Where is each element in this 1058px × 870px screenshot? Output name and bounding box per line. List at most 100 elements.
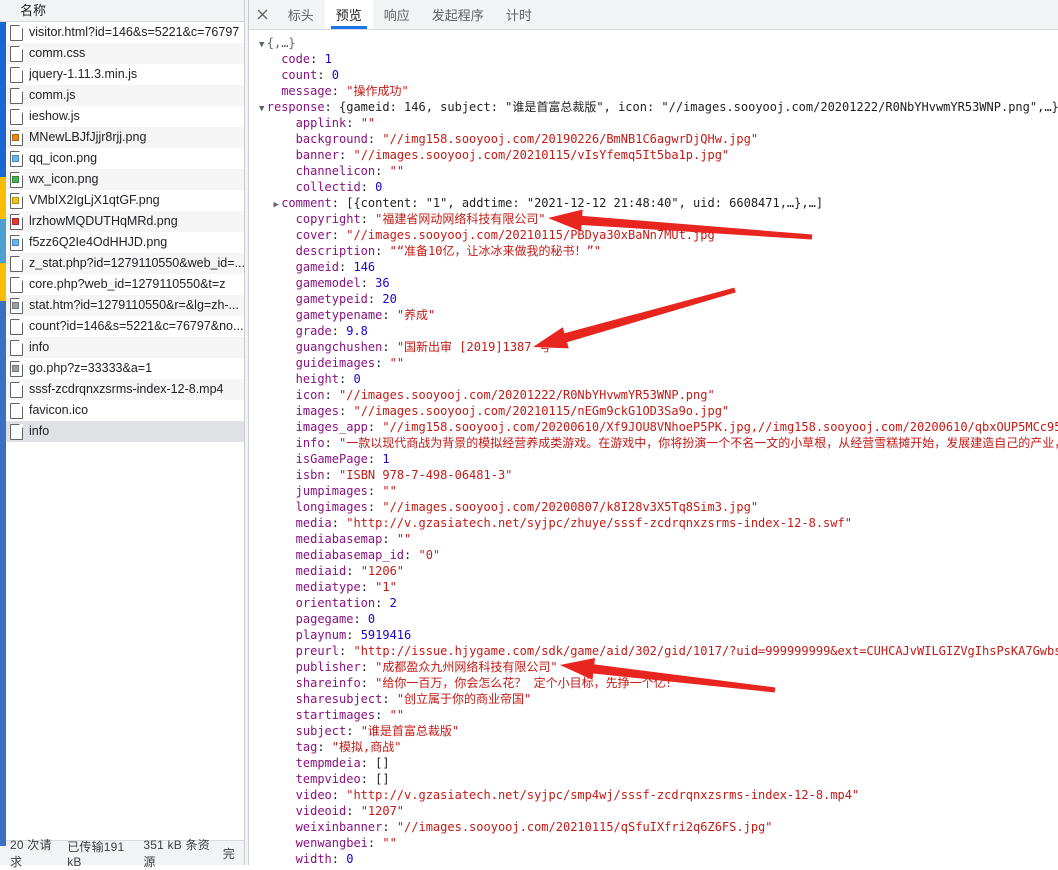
chevron-right-icon[interactable]: ▶	[271, 197, 281, 211]
toggle-spacer: ▸	[286, 437, 296, 451]
json-line: ▸applink: ""	[257, 115, 1058, 131]
json-key: media	[295, 516, 332, 530]
list-item[interactable]: favicon.ico	[0, 400, 244, 421]
list-item[interactable]: count?id=146&s=5221&c=76797&no...	[0, 316, 244, 337]
json-value: "//img158.sooyooj.com/20200610/Xf9JOU8VN…	[382, 420, 1058, 434]
json-line: ▸height: 0	[257, 371, 1058, 387]
json-value: "创立属于你的商业帝国"	[396, 692, 532, 706]
json-value: "//images.sooyooj.com/20200807/k8I28v3X5…	[382, 500, 759, 514]
json-value: 0	[331, 68, 340, 82]
toggle-spacer: ▸	[286, 725, 296, 739]
toggle-spacer: ▸	[286, 741, 296, 755]
json-key: gametypeid	[295, 292, 368, 306]
list-item[interactable]: visitor.html?id=146&s=5221&c=76797	[0, 22, 244, 43]
list-item-label: sssf-zcdrqnxzsrms-index-12-8.mp4	[29, 382, 224, 396]
list-item[interactable]: z_stat.php?id=1279110550&web_id=...	[0, 253, 244, 274]
list-item-label: visitor.html?id=146&s=5221&c=76797	[29, 25, 240, 39]
json-preview-viewer[interactable]: ▼{,…} ▸code: 1 ▸count: 0 ▸message: "操作成功…	[248, 30, 1058, 865]
json-value: "//img158.sooyooj.com/20190226/BmNB1C6ag…	[382, 132, 759, 146]
list-item[interactable]: jquery-1.11.3.min.js	[0, 64, 244, 85]
json-separator: :	[382, 532, 397, 546]
list-item[interactable]: f5zz6Q2Ie4OdHHJD.png	[0, 232, 244, 253]
list-item[interactable]: info	[0, 337, 244, 358]
network-status-bar: 20 次请求 已传输191 kB 351 kB 条资源完	[0, 838, 244, 869]
json-separator: :	[346, 564, 361, 578]
list-item[interactable]: ieshow.js	[0, 106, 244, 127]
tab-5[interactable]: 计时	[495, 0, 543, 29]
list-item-label: wx_icon.png	[29, 172, 99, 186]
toggle-spacer: ▸	[286, 117, 296, 131]
toggle-spacer: ▸	[286, 341, 296, 355]
list-item[interactable]: MNewLBJfJjjr8rjj.png	[0, 127, 244, 148]
list-item-label: comm.js	[29, 88, 76, 102]
waterfall-segment	[0, 22, 6, 177]
list-item[interactable]: stat.htm?id=1279110550&r=&lg=zh-...	[0, 295, 244, 316]
list-item[interactable]: info	[0, 421, 244, 442]
list-item[interactable]: lrzhowMQDUTHqMRd.png	[0, 211, 244, 232]
json-line: ▸channelicon: ""	[257, 163, 1058, 179]
toggle-spacer: ▸	[286, 805, 296, 819]
tab-label: 发起程序	[431, 8, 484, 23]
json-separator: :	[367, 292, 383, 306]
list-item[interactable]: comm.css	[0, 43, 244, 64]
toggle-spacer: ▸	[271, 69, 281, 83]
toggle-spacer: ▸	[286, 613, 296, 627]
json-key: video	[295, 788, 332, 802]
json-line: ▸shareinfo: "给你一百万，你会怎么花？ 定个小目标，先挣一个亿！"	[257, 675, 1058, 691]
list-item[interactable]: qq_icon.png	[0, 148, 244, 169]
tab-2[interactable]: 预览	[324, 0, 373, 29]
json-line: ▼ response: {gameid: 146, subject: "谁是首富总…	[257, 99, 1058, 115]
chevron-down-icon[interactable]: ▼	[257, 101, 267, 115]
json-value: "//images.sooyooj.com/20210115/nEGm9ckG1…	[353, 404, 730, 418]
json-value: ""	[389, 708, 405, 722]
json-line: ▸mediatype: "1"	[257, 579, 1058, 595]
list-item-label: core.php?web_id=1279110550&t=z	[29, 277, 226, 291]
json-key: tempmdeia	[295, 756, 361, 770]
toggle-spacer: ▸	[286, 533, 296, 547]
list-item[interactable]: sssf-zcdrqnxzsrms-index-12-8.mp4	[0, 379, 244, 400]
tab-label: 标头	[287, 8, 314, 23]
json-separator: :	[339, 148, 354, 162]
list-item-label: z_stat.php?id=1279110550&web_id=...	[29, 256, 244, 270]
toggle-spacer: ▸	[286, 709, 296, 723]
tab-label: 计时	[505, 8, 532, 23]
json-key: width	[295, 852, 332, 865]
json-key: banner	[295, 148, 340, 162]
close-icon[interactable]	[249, 0, 277, 29]
tab-1[interactable]: 标头	[277, 0, 325, 29]
json-separator: :	[353, 612, 368, 626]
list-item[interactable]: go.php?z=33333&a=1	[0, 358, 244, 379]
json-separator: :	[360, 756, 376, 770]
list-item[interactable]: core.php?web_id=1279110550&t=z	[0, 274, 244, 295]
json-value: "养成"	[396, 308, 436, 322]
request-list[interactable]: visitor.html?id=146&s=5221&c=76797 comm.c…	[0, 22, 244, 840]
tab-4[interactable]: 发起程序	[421, 0, 495, 29]
list-item[interactable]: comm.js	[0, 85, 244, 106]
list-item[interactable]: VMbIX2IgLjX1qtGF.png	[0, 190, 244, 211]
waterfall-segment	[0, 263, 6, 301]
list-item[interactable]: wx_icon.png	[0, 169, 244, 190]
json-value: [{content: "1", addtime: "2021-12-12 21:…	[346, 196, 824, 210]
toggle-spacer: ▸	[286, 773, 296, 787]
json-value: "操作成功"	[346, 84, 409, 98]
json-key: comment	[281, 196, 332, 210]
json-line: ▼ {,…}	[257, 35, 1058, 51]
list-item-label: stat.htm?id=1279110550&r=&lg=zh-...	[29, 298, 239, 312]
json-line: ▸wenwangbei: ""	[257, 835, 1058, 851]
toggle-spacer: ▸	[286, 277, 296, 291]
json-value: []	[375, 772, 390, 786]
tab-3[interactable]: 响应	[373, 0, 421, 29]
json-value: 36	[375, 276, 390, 290]
json-separator: :	[360, 276, 376, 290]
chevron-down-icon[interactable]: ▼	[257, 37, 267, 51]
json-value: ""	[396, 532, 412, 546]
json-key: channelicon	[295, 164, 376, 178]
